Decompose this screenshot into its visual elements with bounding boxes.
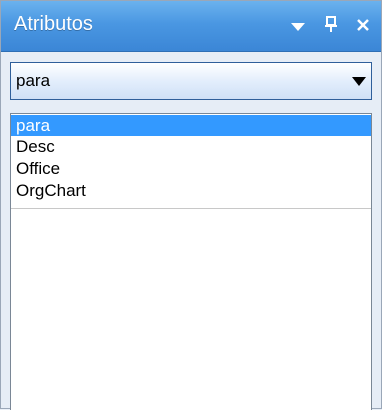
list-item-office[interactable]: Office: [11, 158, 371, 179]
close-icon-shape: [357, 19, 369, 31]
panel-titlebar: Atributos: [1, 1, 381, 52]
list-item-para[interactable]: para: [11, 115, 371, 136]
chevron-down-icon[interactable]: [352, 77, 366, 86]
pin-icon[interactable]: [320, 15, 342, 37]
list-item-desc[interactable]: Desc: [11, 136, 371, 157]
list-item-orgchart[interactable]: OrgChart: [11, 180, 371, 201]
dropdown-arrow-icon[interactable]: [287, 15, 309, 37]
pin-icon-shape: [325, 16, 337, 32]
attribute-select-value: para: [16, 71, 51, 90]
dropdown-arrow-icon-shape: [291, 23, 305, 31]
list-divider: [11, 208, 371, 209]
attribute-listbox[interactable]: para Desc Office OrgChart: [10, 113, 372, 410]
panel-title: Atributos: [14, 13, 93, 35]
close-icon[interactable]: [352, 15, 374, 37]
attributes-panel: Atributos para para Desc Office OrgChart: [0, 0, 382, 410]
attribute-select[interactable]: para: [10, 62, 372, 100]
